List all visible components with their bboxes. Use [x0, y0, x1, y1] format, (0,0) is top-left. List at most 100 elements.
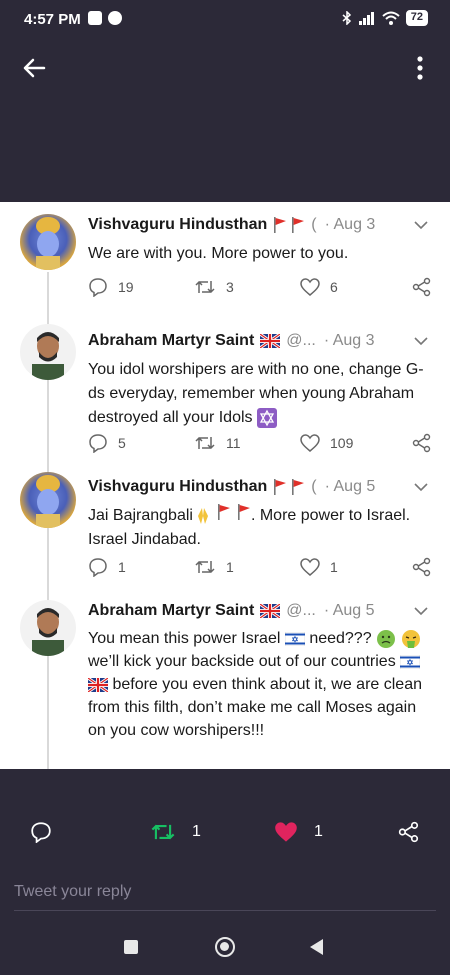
- like-count: 109: [330, 435, 354, 451]
- avatar[interactable]: [20, 214, 76, 270]
- avatar[interactable]: [20, 324, 76, 380]
- author-name[interactable]: Abraham Martyr Saint: [88, 332, 254, 350]
- retweet-count: 11: [226, 435, 241, 451]
- red-flag-icon: [237, 504, 250, 520]
- share-icon: [398, 821, 419, 843]
- red-flag-icon: [274, 479, 287, 495]
- share-button[interactable]: [398, 821, 420, 843]
- share-icon[interactable]: [412, 557, 432, 577]
- avatar[interactable]: [20, 600, 76, 656]
- system-icons: 72: [342, 10, 428, 26]
- tweet-item[interactable]: Abraham Martyr Saint @... · Aug 5 You me…: [0, 594, 450, 769]
- name-flags: [273, 217, 305, 233]
- like-button[interactable]: 1: [274, 821, 323, 843]
- reply-button[interactable]: 5: [88, 433, 194, 453]
- like-count: 1: [330, 559, 338, 575]
- folded-hands-icon: [197, 507, 208, 524]
- like-button[interactable]: 6: [300, 278, 406, 296]
- notification-icons: [88, 11, 122, 25]
- tweet-text-part: You idol worshipers are with no one, cha…: [88, 361, 424, 426]
- tweet-item[interactable]: Vishvaguru Hindusthan ( · Aug 3 We are w…: [0, 202, 450, 318]
- recents-button[interactable]: [124, 940, 138, 954]
- notification-app-icon: [88, 11, 102, 25]
- tweet-text: You mean this power Israel need??? we’ll…: [88, 627, 432, 742]
- like-button[interactable]: 109: [300, 434, 406, 452]
- bluetooth-icon: [342, 11, 351, 25]
- reply-count: 5: [118, 435, 126, 451]
- tweet-text: You idol worshipers are with no one, cha…: [88, 358, 432, 430]
- tweet-header: Abraham Martyr Saint @... · Aug 5: [88, 602, 430, 620]
- uk-flag-icon: [88, 677, 108, 692]
- author-name[interactable]: Vishvaguru Hindusthan: [88, 216, 267, 234]
- retweet-button[interactable]: 11: [194, 434, 300, 452]
- author-name[interactable]: Abraham Martyr Saint: [88, 602, 254, 620]
- retweet-icon: [195, 436, 215, 450]
- retweet-button[interactable]: 1: [194, 558, 300, 576]
- reply-button[interactable]: 1: [88, 557, 194, 577]
- reply-input[interactable]: Tweet your reply: [14, 877, 436, 911]
- tweet-text: Jai Bajrangbali. More power to Israel. I…: [88, 504, 432, 552]
- like-button[interactable]: 1: [300, 558, 406, 576]
- retweet-icon: [151, 824, 175, 840]
- heart-filled-icon: [275, 822, 297, 842]
- tweet-text-part: we’ll kick your backside out of our coun…: [88, 653, 396, 670]
- name-flags: [260, 334, 281, 348]
- tweet-thread: Vishvaguru Hindusthan ( · Aug 3 We are w…: [0, 202, 450, 769]
- chevron-down-icon[interactable]: [414, 482, 428, 492]
- like-count: 6: [330, 279, 338, 295]
- tweet-date: · Aug 5: [323, 602, 375, 619]
- vomiting-face-icon: [401, 629, 420, 648]
- uk-flag-icon: [260, 604, 281, 618]
- tweet-text-part: before you even think about it, we are c…: [88, 676, 422, 739]
- avatar[interactable]: [20, 472, 76, 528]
- reply-icon: [89, 278, 107, 297]
- tweet-text-part: Jai Bajrangbali: [88, 507, 193, 524]
- reply-icon: [89, 558, 107, 577]
- retweet-count: 1: [192, 823, 201, 840]
- more-options-icon[interactable]: [410, 54, 430, 82]
- status-bar: 4:57 PM 72: [0, 0, 450, 40]
- tweet-item[interactable]: Abraham Martyr Saint @... · Aug 3 You id…: [0, 318, 450, 464]
- name-flags: [273, 479, 305, 495]
- tweet-date: · Aug 3: [323, 332, 375, 349]
- reply-button[interactable]: 19: [88, 277, 194, 297]
- retweet-icon: [195, 280, 215, 294]
- avatar-image: [36, 217, 60, 270]
- system-nav-bar: [0, 932, 450, 975]
- share-icon[interactable]: [412, 277, 432, 297]
- reply-count: 19: [118, 279, 134, 295]
- retweet-count: 1: [226, 559, 234, 575]
- reply-count: 1: [118, 559, 126, 575]
- tweet-item[interactable]: Vishvaguru Hindusthan ( · Aug 5 Jai Bajr…: [0, 464, 450, 594]
- system-back-button[interactable]: [310, 939, 323, 955]
- author-handle: (: [311, 216, 317, 233]
- tweet-date: · Aug 3: [324, 216, 376, 233]
- tweet-date: · Aug 5: [324, 478, 376, 495]
- heart-icon: [300, 558, 320, 576]
- author-handle: @...: [286, 332, 316, 349]
- share-icon[interactable]: [412, 433, 432, 453]
- like-count: 1: [314, 823, 323, 840]
- chevron-down-icon[interactable]: [414, 606, 428, 616]
- tweet-actions: 19 3 6: [88, 276, 432, 298]
- star-of-david-icon: [256, 407, 277, 428]
- chevron-down-icon[interactable]: [414, 220, 428, 230]
- uk-flag-icon: [260, 334, 281, 348]
- retweet-button[interactable]: 3: [194, 278, 300, 296]
- retweet-count: 3: [226, 279, 234, 295]
- heart-icon: [300, 434, 320, 452]
- status-time: 4:57 PM: [24, 11, 81, 28]
- red-flag-icon: [274, 217, 287, 233]
- heart-icon: [300, 278, 320, 296]
- chevron-down-icon[interactable]: [414, 336, 428, 346]
- tweet-text-part: need???: [309, 630, 372, 647]
- red-flag-icon: [292, 217, 305, 233]
- author-handle: @...: [286, 602, 316, 619]
- author-name[interactable]: Vishvaguru Hindusthan: [88, 478, 267, 496]
- home-button[interactable]: [215, 937, 235, 957]
- tweet-header: Abraham Martyr Saint @... · Aug 3: [88, 332, 430, 350]
- back-arrow-icon[interactable]: [20, 54, 48, 82]
- retweet-button[interactable]: 1: [150, 821, 201, 843]
- reply-button[interactable]: [30, 821, 52, 843]
- facebook-icon: [108, 11, 122, 25]
